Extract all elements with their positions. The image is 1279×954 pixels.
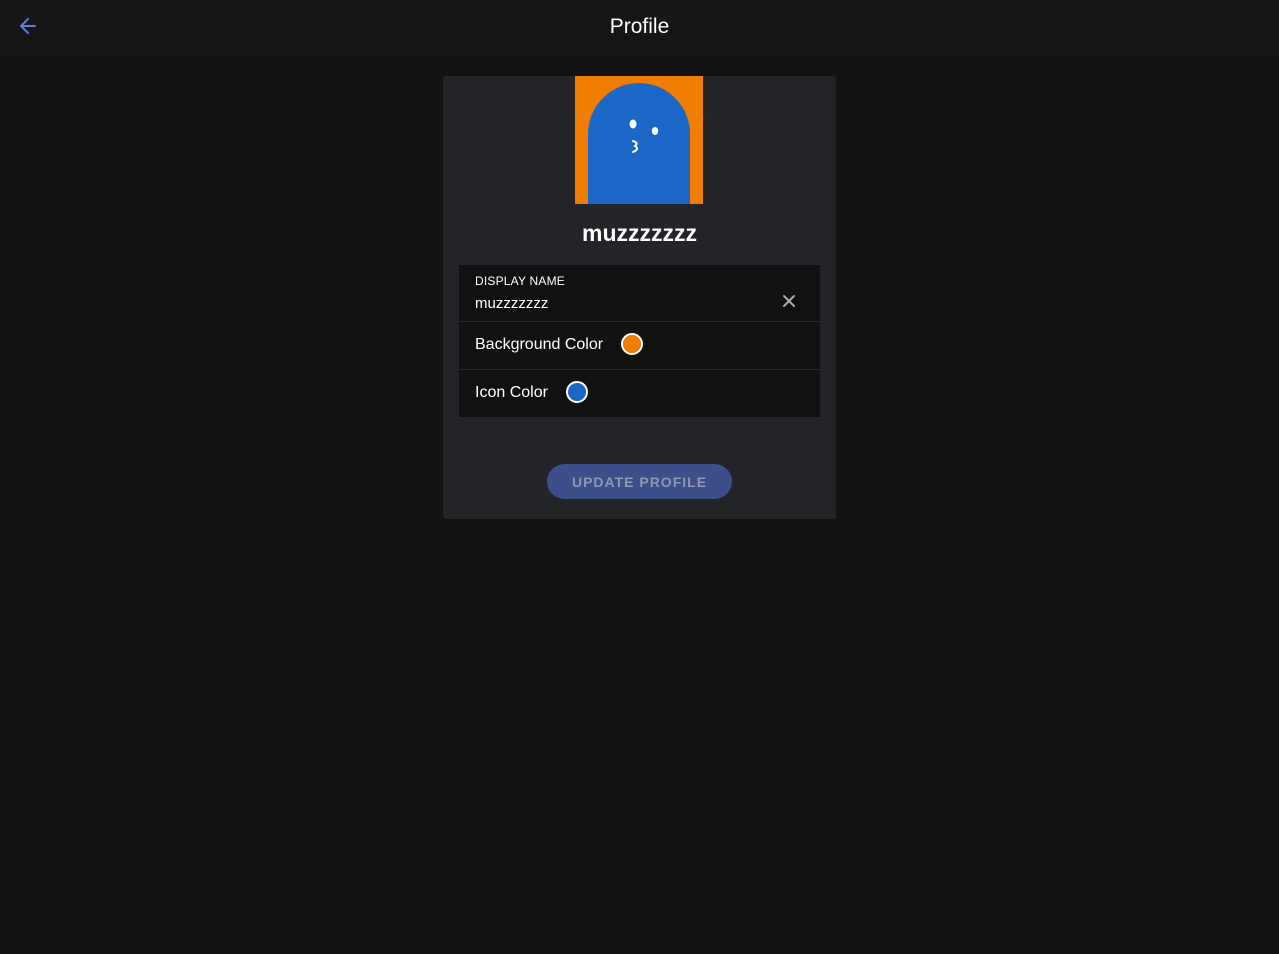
icon-color-swatch[interactable]: [566, 381, 588, 403]
page-title: Profile: [609, 15, 670, 38]
icon-color-label: Icon Color: [475, 384, 548, 401]
close-icon: [782, 294, 796, 313]
ghost-icon: [575, 76, 703, 204]
display-name-field: DISPLAY NAME: [459, 265, 820, 322]
clear-display-name-button[interactable]: [779, 293, 799, 313]
profile-username: muzzzzzzz: [582, 220, 697, 246]
app-header: Profile: [0, 0, 1279, 57]
avatar: [575, 76, 703, 204]
profile-card: muzzzzzzz DISPLAY NAME Background Color …: [443, 76, 836, 519]
background-color-label: Background Color: [475, 336, 604, 353]
display-name-label: DISPLAY NAME: [475, 274, 565, 288]
profile-form: DISPLAY NAME Background Color Icon Color: [459, 265, 820, 417]
display-name-input[interactable]: [475, 293, 765, 313]
update-profile-button[interactable]: UPDATE PROFILE: [547, 464, 732, 499]
icon-color-row: Icon Color: [459, 370, 820, 417]
background-color-row: Background Color: [459, 322, 820, 370]
background-color-swatch[interactable]: [621, 333, 643, 355]
